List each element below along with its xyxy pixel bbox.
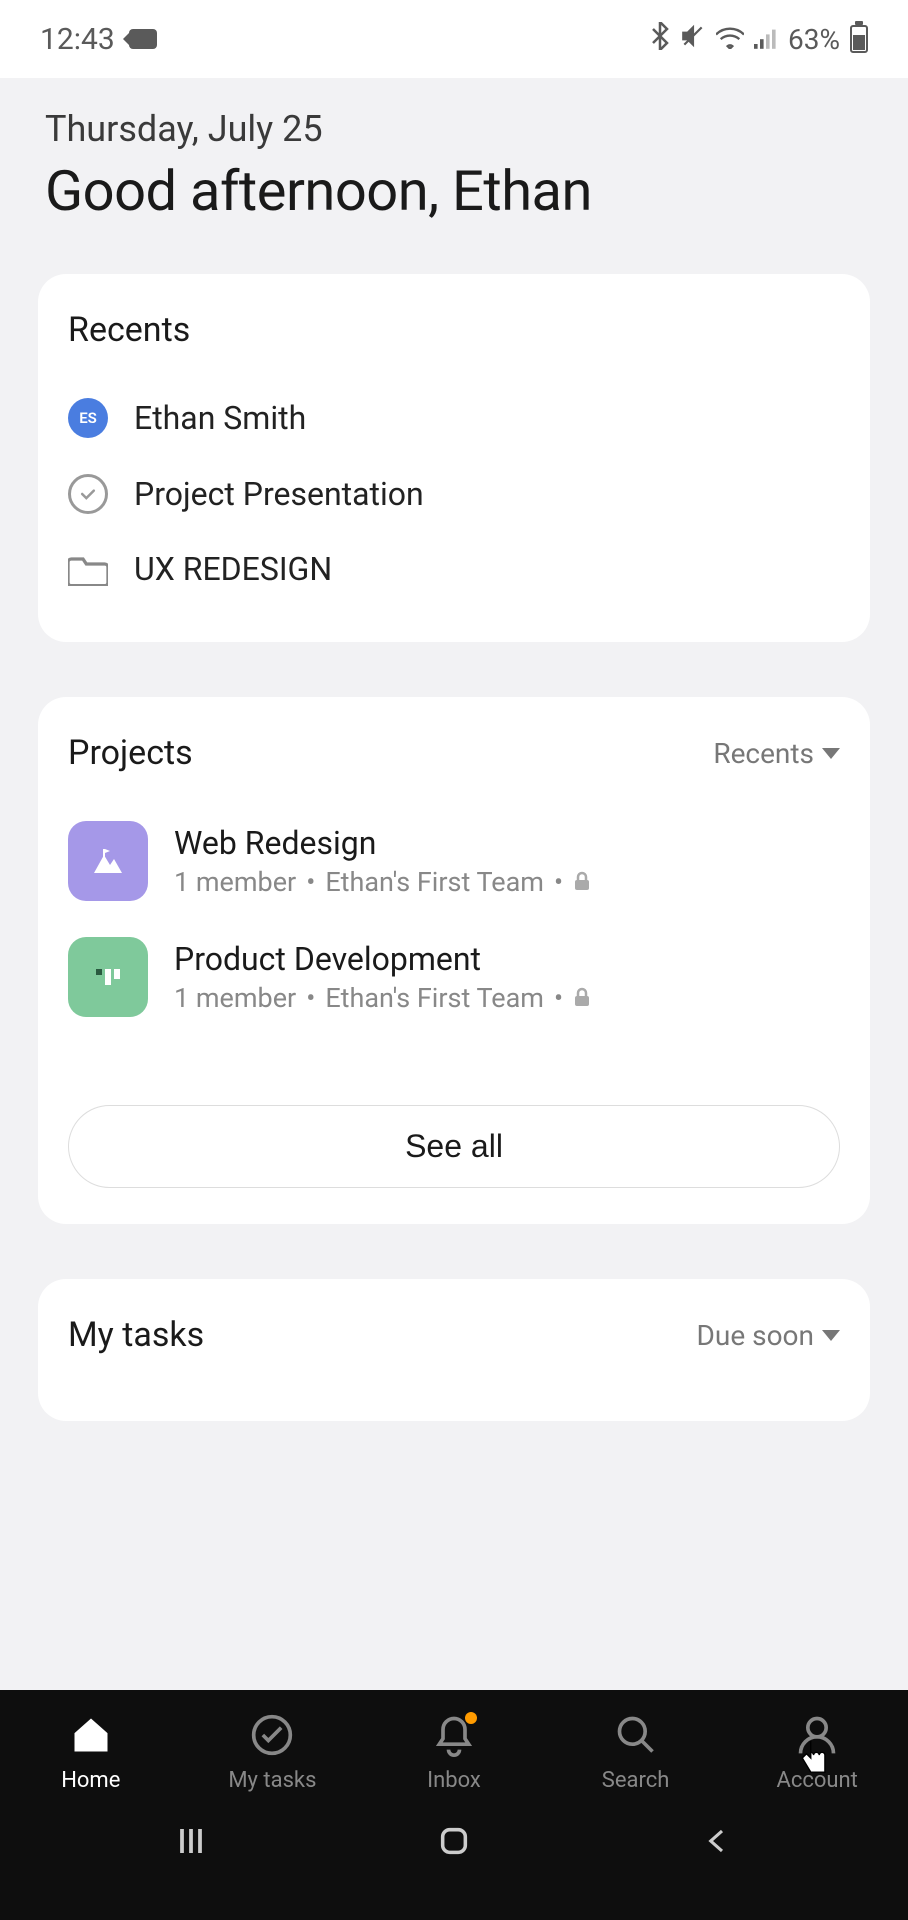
status-icons: 63% <box>650 22 868 57</box>
recent-item-folder[interactable]: UX REDESIGN <box>68 532 840 606</box>
sys-back-button[interactable] <box>692 1821 742 1861</box>
projects-title: Projects <box>68 733 193 773</box>
cursor-pointer-icon <box>798 1738 832 1778</box>
system-nav <box>0 1793 908 1881</box>
status-time: 12:43 <box>40 22 115 57</box>
folder-icon <box>68 552 108 586</box>
greeting-text: Good afternoon, Ethan <box>45 158 863 224</box>
check-circle-icon <box>249 1712 295 1758</box>
project-item[interactable]: Product Development 1 member• Ethan's Fi… <box>68 919 840 1035</box>
project-icon-board <box>68 937 148 1017</box>
mytasks-card: My tasks Due soon <box>38 1279 870 1421</box>
chevron-down-icon <box>822 748 840 759</box>
project-icon-mountain <box>68 821 148 901</box>
lock-icon <box>573 866 591 898</box>
recents-card: Recents ES Ethan Smith Project Presentat… <box>38 274 870 642</box>
project-meta: 1 member• Ethan's First Team• <box>174 982 591 1014</box>
project-name: Web Redesign <box>174 824 591 862</box>
mytasks-title: My tasks <box>68 1315 204 1355</box>
search-icon <box>613 1712 659 1758</box>
sys-home-button[interactable] <box>429 1821 479 1861</box>
recording-icon <box>129 29 157 49</box>
sort-label: Recents <box>713 737 814 770</box>
bottom-nav: Home My tasks Inbox Search Account <box>0 1690 908 1920</box>
avatar: ES <box>68 398 108 438</box>
notification-dot-icon <box>465 1712 477 1724</box>
nav-label: My tasks <box>228 1768 316 1793</box>
nav-inbox[interactable]: Inbox <box>363 1712 545 1793</box>
nav-label: Home <box>61 1768 120 1793</box>
nav-label: Inbox <box>427 1768 481 1793</box>
chevron-down-icon <box>822 1330 840 1341</box>
sort-label: Due soon <box>697 1319 814 1352</box>
mute-icon <box>680 23 706 56</box>
nav-label: Search <box>602 1768 670 1793</box>
wifi-icon <box>716 23 744 56</box>
project-item[interactable]: Web Redesign 1 member• Ethan's First Tea… <box>68 803 840 919</box>
task-check-icon <box>68 474 108 514</box>
recent-item-person[interactable]: ES Ethan Smith <box>68 380 840 456</box>
page-header: Thursday, July 25 Good afternoon, Ethan <box>0 78 908 274</box>
nav-mytasks[interactable]: My tasks <box>182 1712 364 1793</box>
nav-home[interactable]: Home <box>0 1712 182 1793</box>
home-icon <box>68 1712 114 1758</box>
recent-item-task[interactable]: Project Presentation <box>68 456 840 532</box>
bluetooth-icon <box>650 22 670 57</box>
status-bar: 12:43 63% <box>0 0 908 78</box>
projects-card: Projects Recents Web Redesign 1 member• … <box>38 697 870 1224</box>
nav-search[interactable]: Search <box>545 1712 727 1793</box>
lock-icon <box>573 982 591 1014</box>
recent-label: UX REDESIGN <box>134 550 332 588</box>
project-name: Product Development <box>174 940 591 978</box>
bell-icon <box>431 1712 477 1758</box>
nav-account[interactable]: Account <box>726 1712 908 1793</box>
mytasks-sort-button[interactable]: Due soon <box>697 1319 840 1352</box>
projects-sort-button[interactable]: Recents <box>713 737 840 770</box>
project-meta: 1 member• Ethan's First Team• <box>174 866 591 898</box>
recent-label: Ethan Smith <box>134 399 306 437</box>
battery-percent: 63% <box>788 23 840 56</box>
date-text: Thursday, July 25 <box>45 108 863 150</box>
see-all-button[interactable]: See all <box>68 1105 840 1188</box>
recents-title: Recents <box>68 310 840 350</box>
battery-icon <box>850 25 868 53</box>
sys-recent-button[interactable] <box>166 1821 216 1861</box>
recent-label: Project Presentation <box>134 475 424 513</box>
signal-icon <box>754 23 778 56</box>
